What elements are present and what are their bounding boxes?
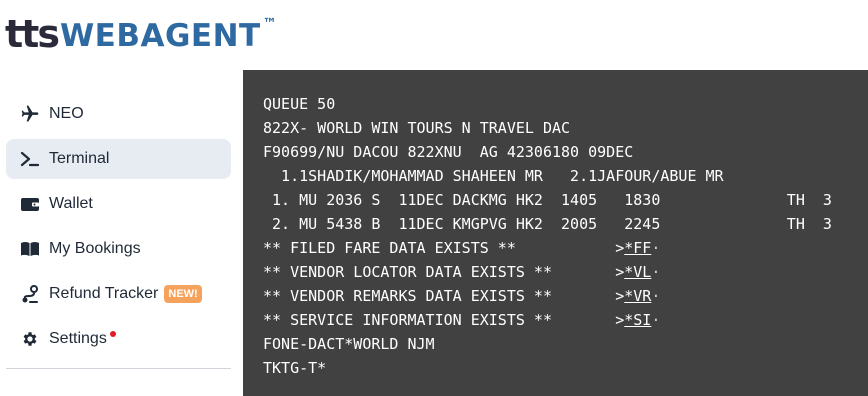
route-icon: [19, 283, 41, 305]
terminal-line: F90699/NU DACOU 822XNU AG 42306180 09DEC: [263, 143, 634, 161]
link-dot: ·: [651, 263, 661, 281]
sidebar: NEO Terminal Wallet My Bookings Refund T…: [0, 70, 243, 396]
command-link-si[interactable]: *SI: [624, 311, 651, 329]
terminal-screen[interactable]: QUEUE 50 822X- WORLD WIN TOURS N TRAVEL …: [243, 70, 868, 396]
airplane-icon: [19, 103, 41, 125]
tts-webagent-logo[interactable]: tts WEBAGENT ™: [5, 12, 277, 60]
logo-trademark: ™: [262, 16, 277, 32]
terminal-line: 1.1SHADIK/MOHAMMAD SHAHEEN MR 2.1JAFOUR/…: [263, 167, 724, 185]
terminal-line-with-link: ** VENDOR LOCATOR DATA EXISTS ** >*VL·: [263, 260, 832, 284]
sidebar-item-label: NEO: [49, 105, 84, 122]
sidebar-item-refund-tracker[interactable]: Refund Tracker NEW!: [6, 274, 231, 314]
link-prefix: >: [615, 311, 625, 329]
notification-dot: [109, 331, 116, 337]
sidebar-item-wallet[interactable]: Wallet: [6, 184, 231, 224]
link-dot: ·: [651, 239, 661, 257]
terminal-line: 2. MU 5438 B 11DEC KMGPVG HK2 2005 2245 …: [263, 215, 832, 233]
command-link-vl[interactable]: *VL: [624, 263, 651, 281]
app-header: tts WEBAGENT ™: [0, 0, 868, 70]
link-prefix: >: [615, 287, 625, 305]
terminal-text: ** VENDOR LOCATOR DATA EXISTS **: [263, 263, 616, 281]
terminal-line: QUEUE 50: [263, 95, 336, 113]
terminal-line-with-link: ** SERVICE INFORMATION EXISTS ** >*SI·: [263, 308, 832, 332]
link-prefix: >: [615, 239, 625, 257]
sidebar-item-label: Terminal: [49, 150, 110, 167]
new-badge: NEW!: [164, 285, 202, 303]
terminal-line-with-link: ** VENDOR REMARKS DATA EXISTS ** >*VR·: [263, 284, 832, 308]
logo-webagent-text: WEBAGENT: [59, 18, 261, 54]
command-link-ff[interactable]: *FF: [624, 239, 651, 257]
sidebar-item-label: Refund Tracker: [49, 285, 159, 302]
terminal-prompt-icon: [19, 148, 41, 170]
terminal-line: 1. MU 2036 S 11DEC DACKMG HK2 1405 1830 …: [263, 191, 832, 209]
link-dot: ·: [651, 311, 661, 329]
command-link-vr[interactable]: *VR: [624, 287, 651, 305]
logo-tts-text: tts: [5, 12, 60, 56]
gear-icon: [19, 328, 41, 350]
terminal-line: FONE-DACT*WORLD NJM: [263, 335, 435, 353]
terminal-line-with-link: ** FILED FARE DATA EXISTS ** >*FF·: [263, 236, 832, 260]
sidebar-item-label: Settings: [49, 330, 107, 347]
sidebar-item-my-bookings[interactable]: My Bookings: [6, 229, 231, 269]
sidebar-divider: [6, 368, 231, 369]
terminal-text: ** FILED FARE DATA EXISTS **: [263, 239, 616, 257]
sidebar-item-terminal[interactable]: Terminal: [6, 139, 231, 179]
terminal-line: 822X- WORLD WIN TOURS N TRAVEL DAC: [263, 119, 571, 137]
sidebar-item-label: My Bookings: [49, 240, 141, 257]
terminal-line: TKTG-T*: [263, 359, 327, 377]
sidebar-item-settings[interactable]: Settings: [6, 319, 231, 359]
terminal-text: ** VENDOR REMARKS DATA EXISTS **: [263, 287, 616, 305]
terminal-output: QUEUE 50 822X- WORLD WIN TOURS N TRAVEL …: [263, 92, 832, 380]
link-dot: ·: [651, 287, 661, 305]
terminal-text: ** SERVICE INFORMATION EXISTS **: [263, 311, 616, 329]
link-prefix: >: [615, 263, 625, 281]
sidebar-item-label: Wallet: [49, 195, 93, 212]
open-book-icon: [19, 238, 41, 260]
sidebar-item-neo[interactable]: NEO: [6, 94, 231, 134]
wallet-icon: [19, 193, 41, 215]
